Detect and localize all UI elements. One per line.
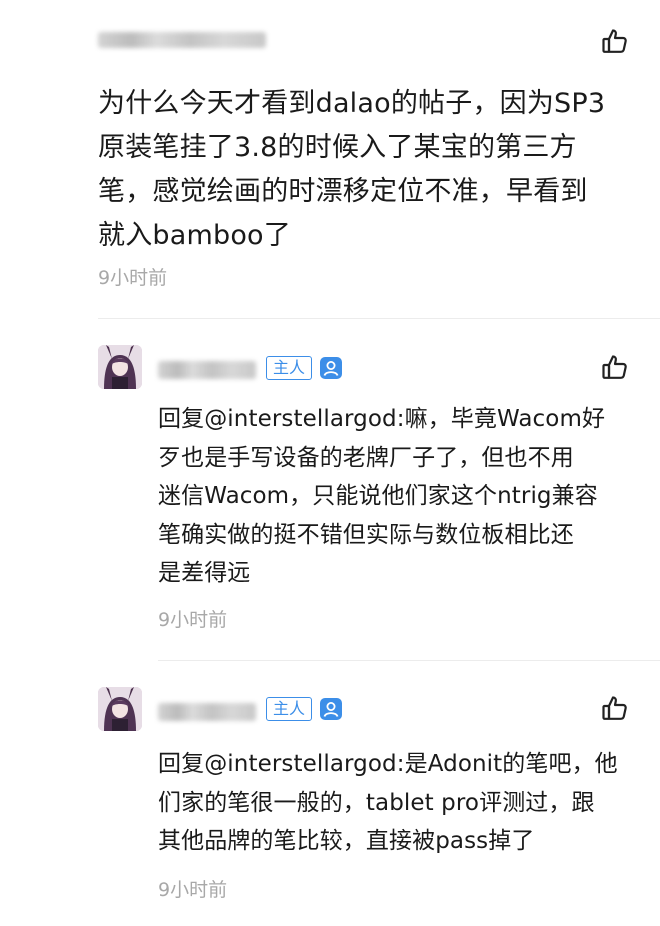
author-name-masked[interactable] (98, 32, 266, 48)
divider (158, 660, 660, 661)
avatar[interactable] (98, 687, 142, 731)
avatar-image (98, 345, 142, 389)
divider (98, 318, 660, 319)
reply-time: 9小时前 (158, 609, 228, 631)
thumbs-up-icon[interactable] (600, 26, 630, 56)
owner-badge: 主人 (266, 356, 313, 380)
avatar[interactable] (98, 345, 142, 389)
reply-text: 回复@interstellargod:嘛，毕竟Wacom好 歹也是手写设备的老牌… (158, 406, 606, 586)
thumbs-up-icon[interactable] (600, 352, 630, 382)
verified-icon (320, 357, 342, 379)
avatar-image (98, 687, 142, 731)
comment-time: 9小时前 (98, 267, 168, 289)
author-name-masked[interactable] (158, 703, 256, 721)
author-name-masked[interactable] (158, 361, 256, 379)
verified-icon (320, 698, 342, 720)
owner-badge: 主人 (266, 697, 313, 721)
comment-text: 为什么今天才看到dalao的帖子，因为SP3 原装笔挂了3.8的时候入了某宝的第… (98, 88, 606, 251)
thumbs-up-icon[interactable] (600, 693, 630, 723)
reply-time: 9小时前 (158, 879, 228, 901)
reply-text: 回复@interstellargod:是Adonit的笔吧，他 们家的笔很一般的… (158, 751, 618, 854)
